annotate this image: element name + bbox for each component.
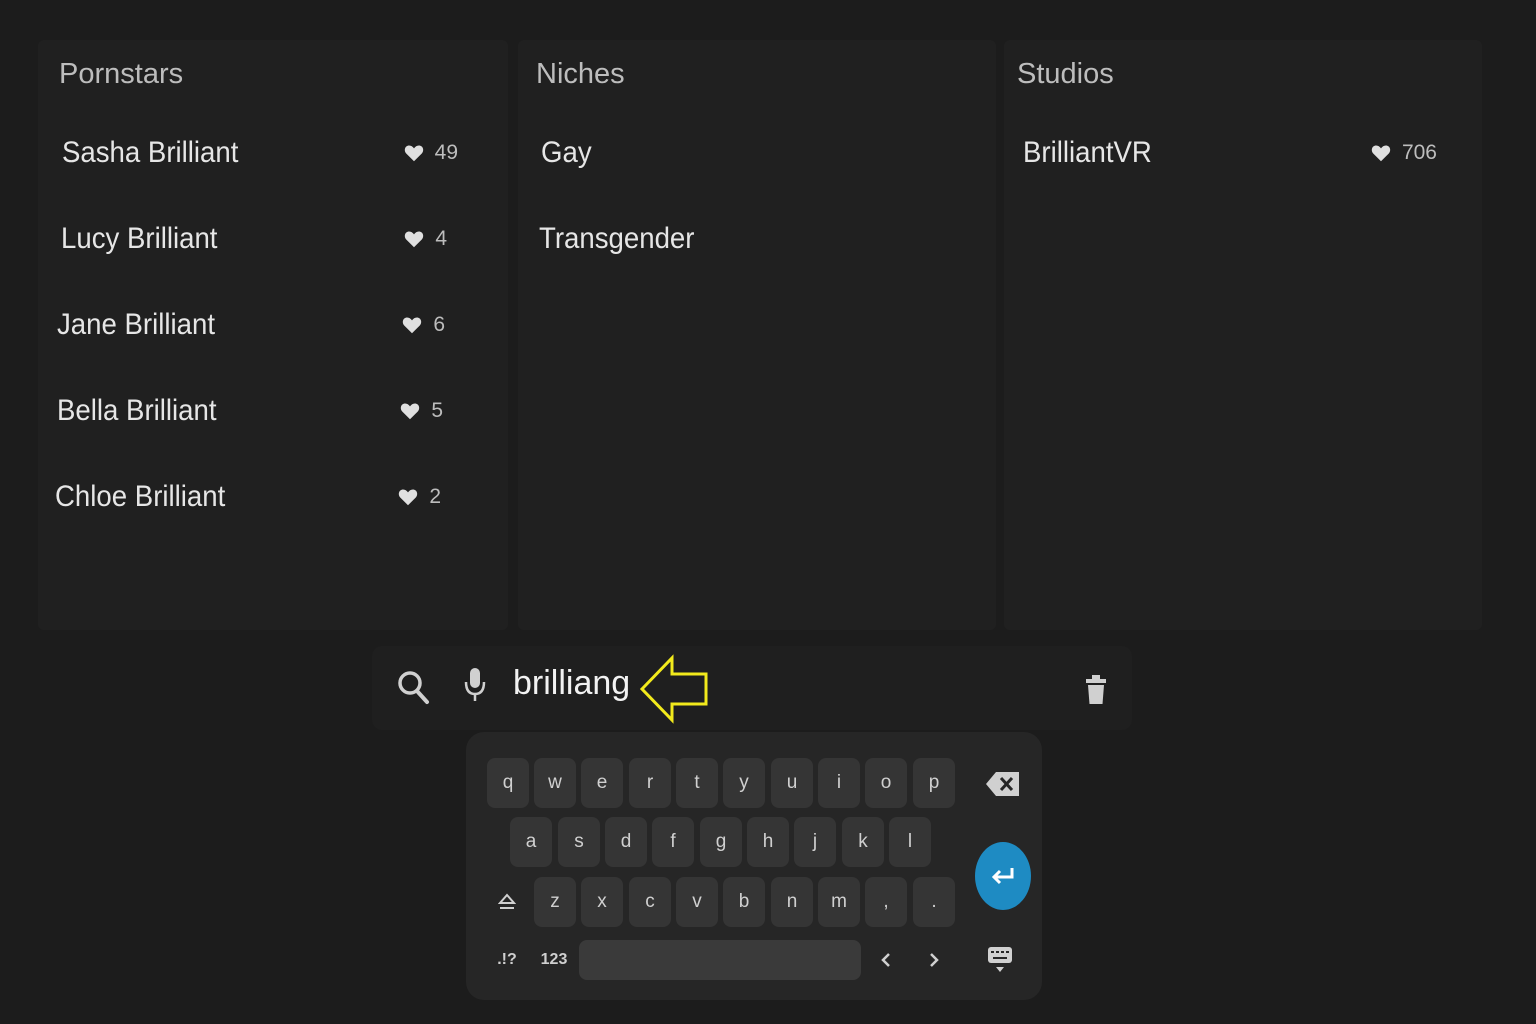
pornstars-panel: Pornstars Sasha Brilliant 49 Lucy Brilli… (38, 40, 508, 630)
key-o[interactable]: o (865, 758, 907, 808)
niche-name: Gay (541, 136, 592, 169)
cursor-right-key[interactable] (918, 942, 950, 978)
heart-icon (403, 317, 422, 334)
numbers-key[interactable]: 123 (532, 942, 576, 978)
key-g[interactable]: g (700, 817, 742, 867)
pornstar-row[interactable]: Sasha Brilliant 49 (62, 128, 458, 178)
pornstar-name: Jane Brilliant (57, 308, 216, 341)
key-z[interactable]: z (534, 877, 576, 927)
pornstar-likes: 6 (401, 313, 445, 337)
search-input[interactable]: brilliang (513, 664, 630, 703)
key-d[interactable]: d (605, 817, 647, 867)
studio-likes: 706 (1370, 141, 1437, 165)
pornstar-likes: 5 (399, 399, 443, 423)
pornstar-name: Bella Brilliant (57, 394, 217, 427)
hide-keyboard-key[interactable] (982, 940, 1018, 980)
pornstar-likes: 49 (403, 141, 458, 165)
key-n[interactable]: n (771, 877, 813, 927)
pornstar-likes: 4 (403, 227, 447, 251)
pornstar-name: Sasha Brilliant (62, 136, 239, 169)
key-b[interactable]: b (723, 877, 765, 927)
likes-count: 706 (1401, 141, 1437, 164)
studio-name: BrilliantVR (1023, 136, 1152, 169)
heart-icon (1371, 145, 1391, 162)
cursor-left-key[interactable] (870, 942, 902, 978)
microphone-icon[interactable] (464, 666, 486, 706)
chevron-right-icon (930, 953, 939, 967)
key-h[interactable]: h (747, 817, 789, 867)
likes-count: 5 (431, 399, 443, 422)
symbols-key[interactable]: .!? (486, 942, 528, 978)
chevron-left-icon (881, 953, 890, 967)
likes-count: 4 (435, 227, 447, 250)
likes-count: 6 (433, 313, 445, 336)
likes-count: 49 (434, 141, 458, 164)
pornstar-row[interactable]: Jane Brilliant 6 (57, 300, 445, 350)
key-u[interactable]: u (771, 758, 813, 808)
heart-icon (401, 403, 420, 420)
niche-row[interactable]: Transgender (539, 214, 839, 264)
pornstar-likes: 2 (397, 485, 441, 509)
shift-icon (498, 893, 516, 909)
key-f[interactable]: f (652, 817, 694, 867)
heart-icon (399, 489, 418, 506)
pornstar-name: Chloe Brilliant (55, 480, 226, 513)
key-x[interactable]: x (581, 877, 623, 927)
shift-key[interactable] (486, 877, 528, 927)
heart-icon (404, 145, 423, 162)
niche-name: Transgender (539, 222, 695, 255)
niches-title: Niches (536, 58, 625, 90)
key-k[interactable]: k (842, 817, 884, 867)
key-m[interactable]: m (818, 877, 860, 927)
key-w[interactable]: w (534, 758, 576, 808)
heart-icon (405, 231, 424, 248)
niches-panel: Niches Gay Transgender (518, 40, 996, 630)
virtual-keyboard: q w e r t y u i o p a s d f g h j k l z … (466, 732, 1042, 1000)
key-s[interactable]: s (558, 817, 600, 867)
key-a[interactable]: a (510, 817, 552, 867)
enter-key[interactable] (975, 842, 1031, 910)
pornstar-row[interactable]: Lucy Brilliant 4 (61, 214, 447, 264)
pornstar-row[interactable]: Chloe Brilliant 2 (55, 472, 441, 522)
search-icon[interactable] (396, 668, 430, 706)
studio-row[interactable]: BrilliantVR 706 (1023, 128, 1437, 178)
niche-row[interactable]: Gay (541, 128, 841, 178)
trash-icon[interactable] (1084, 674, 1108, 706)
search-bar[interactable]: brilliang (372, 646, 1132, 730)
key-j[interactable]: j (794, 817, 836, 867)
studios-panel: Studios BrilliantVR 706 (1004, 40, 1482, 630)
key-r[interactable]: r (629, 758, 671, 808)
key-q[interactable]: q (487, 758, 529, 808)
pornstar-row[interactable]: Bella Brilliant 5 (57, 386, 443, 436)
key-l[interactable]: l (889, 817, 931, 867)
space-key[interactable] (579, 940, 861, 980)
backspace-icon (986, 772, 1019, 796)
left-arrow-annotation-icon (640, 654, 708, 724)
keyboard-hide-icon (988, 947, 1012, 972)
key-v[interactable]: v (676, 877, 718, 927)
backspace-key[interactable] (981, 762, 1025, 806)
key-y[interactable]: y (723, 758, 765, 808)
key-comma[interactable]: , (865, 877, 907, 927)
key-period[interactable]: . (913, 877, 955, 927)
key-c[interactable]: c (629, 877, 671, 927)
key-e[interactable]: e (581, 758, 623, 808)
pornstars-title: Pornstars (59, 58, 184, 90)
key-t[interactable]: t (676, 758, 718, 808)
likes-count: 2 (429, 485, 441, 508)
enter-icon (991, 868, 1014, 885)
key-i[interactable]: i (818, 758, 860, 808)
key-p[interactable]: p (913, 758, 955, 808)
studios-title: Studios (1017, 58, 1114, 90)
pornstar-name: Lucy Brilliant (61, 222, 218, 255)
